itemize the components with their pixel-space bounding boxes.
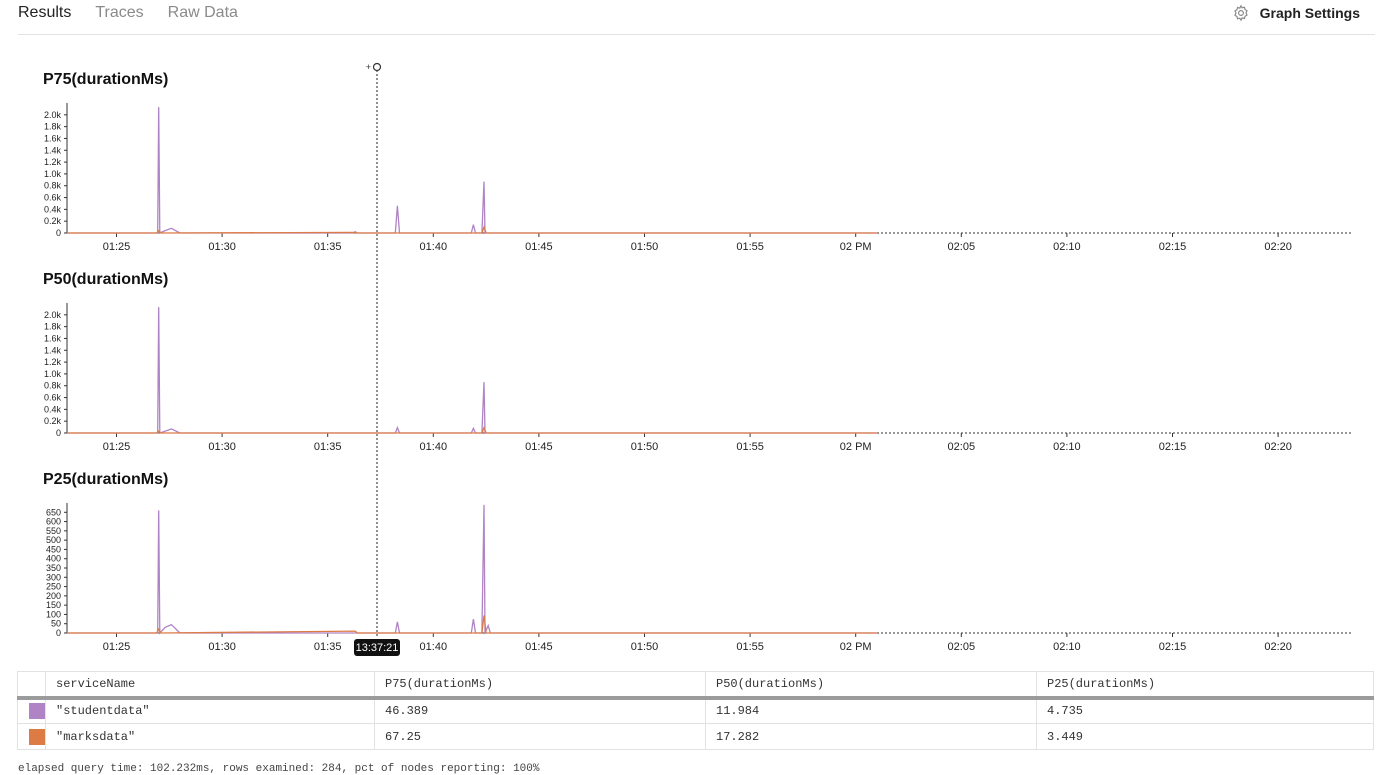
y-tick-label: 550 <box>46 526 61 536</box>
y-tick-label: 0.4k <box>44 404 62 414</box>
swatch-header <box>17 671 46 700</box>
y-tick-label: 150 <box>46 600 61 610</box>
x-tick-label: 02:10 <box>1053 441 1081 453</box>
y-tick-label: 250 <box>46 582 61 592</box>
cursor-time-label: 13:37:21 <box>356 642 399 654</box>
x-tick-label: 02 PM <box>840 441 872 453</box>
y-tick-label: 1.4k <box>44 145 62 155</box>
x-tick-label: 02:05 <box>948 241 976 253</box>
x-tick-label: 02:15 <box>1159 641 1187 653</box>
x-tick-label: 01:40 <box>420 241 448 253</box>
y-tick-label: 0 <box>56 428 61 438</box>
y-tick-label: 1.0k <box>44 369 62 379</box>
series-color-swatch[interactable] <box>29 728 45 745</box>
y-tick-label: 2.0k <box>44 110 62 120</box>
x-tick-label: 02:10 <box>1053 641 1081 653</box>
query-stats: elapsed query time: 102.232ms, rows exam… <box>18 763 540 775</box>
x-tick-label: 02:20 <box>1264 641 1292 653</box>
column-header[interactable]: serviceName <box>45 671 375 700</box>
y-tick-label: 1.6k <box>44 333 62 343</box>
x-tick-label: 01:50 <box>631 241 659 253</box>
y-tick-label: 200 <box>46 591 61 601</box>
y-tick-label: 1.2k <box>44 157 62 167</box>
series-color-swatch[interactable] <box>29 703 45 720</box>
x-tick-label: 01:45 <box>525 441 553 453</box>
x-tick-label: 01:25 <box>103 241 131 253</box>
y-tick-label: 0.6k <box>44 393 62 403</box>
y-tick-label: 0 <box>56 228 61 238</box>
y-tick-label: 350 <box>46 563 61 573</box>
x-tick-label: 02:05 <box>948 641 976 653</box>
series-line-studentdata <box>67 504 877 635</box>
x-tick-label: 01:25 <box>103 441 131 453</box>
table-cell: 4.735 <box>1036 697 1374 724</box>
y-tick-label: 0.2k <box>44 416 62 426</box>
results-table: serviceName P75(durationMs) P50(duration… <box>17 671 1374 750</box>
table-row[interactable]: "studentdata" 46.389 11.984 4.735 <box>17 697 1374 724</box>
table-cell: 67.25 <box>374 723 706 750</box>
y-tick-label: 0.4k <box>44 204 62 214</box>
y-tick-label: 0.8k <box>44 381 62 391</box>
table-cell: "studentdata" <box>45 697 375 724</box>
charts-area[interactable]: 00.2k0.4k0.6k0.8k1.0k1.2k1.4k1.6k1.8k2.0… <box>0 0 1387 665</box>
y-tick-label: 1.8k <box>44 122 62 132</box>
x-tick-label: 01:35 <box>314 441 342 453</box>
x-tick-label: 02:20 <box>1264 241 1292 253</box>
x-tick-label: 01:55 <box>736 641 764 653</box>
y-tick-label: 450 <box>46 544 61 554</box>
y-tick-label: 1.6k <box>44 133 62 143</box>
table-cell: 3.449 <box>1036 723 1374 750</box>
table-cell: 11.984 <box>705 697 1037 724</box>
y-tick-label: 1.8k <box>44 322 62 332</box>
cursor-handle-icon <box>372 62 382 72</box>
y-tick-label: 0.2k <box>44 216 62 226</box>
x-tick-label: 01:45 <box>525 241 553 253</box>
table-row[interactable]: "marksdata" 67.25 17.282 3.449 <box>17 723 1374 750</box>
table-cell: 46.389 <box>374 697 706 724</box>
y-tick-label: 50 <box>51 619 61 629</box>
y-tick-label: 0 <box>56 628 61 638</box>
x-tick-label: 02:05 <box>948 441 976 453</box>
x-tick-label: 01:30 <box>208 641 236 653</box>
y-tick-label: 1.2k <box>44 357 62 367</box>
x-tick-label: 01:35 <box>314 241 342 253</box>
x-tick-label: 01:55 <box>736 241 764 253</box>
table-cell: 17.282 <box>705 723 1037 750</box>
column-header[interactable]: P75(durationMs) <box>374 671 706 700</box>
y-tick-label: 300 <box>46 572 61 582</box>
y-tick-label: 1.0k <box>44 169 62 179</box>
x-tick-label: 01:50 <box>631 441 659 453</box>
series-line-studentdata <box>67 107 877 235</box>
y-tick-label: 650 <box>46 507 61 517</box>
x-tick-label: 01:40 <box>420 641 448 653</box>
y-tick-label: 600 <box>46 517 61 527</box>
y-tick-label: 100 <box>46 609 61 619</box>
y-tick-label: 400 <box>46 554 61 564</box>
y-tick-label: 500 <box>46 535 61 545</box>
cursor-plus-icon: + <box>366 62 371 72</box>
y-tick-label: 2.0k <box>44 310 62 320</box>
x-tick-label: 01:30 <box>208 441 236 453</box>
x-tick-label: 01:55 <box>736 441 764 453</box>
y-tick-label: 1.4k <box>44 345 62 355</box>
x-tick-label: 02:20 <box>1264 441 1292 453</box>
x-tick-label: 02 PM <box>840 641 872 653</box>
x-tick-label: 02:10 <box>1053 241 1081 253</box>
series-line-studentdata <box>67 307 877 434</box>
x-tick-label: 02 PM <box>840 241 872 253</box>
x-tick-label: 01:30 <box>208 241 236 253</box>
x-tick-label: 02:15 <box>1159 241 1187 253</box>
x-tick-label: 01:45 <box>525 641 553 653</box>
table-cell: "marksdata" <box>45 723 375 750</box>
x-tick-label: 01:35 <box>314 641 342 653</box>
x-tick-label: 01:25 <box>103 641 131 653</box>
y-tick-label: 0.6k <box>44 193 62 203</box>
column-header[interactable]: P50(durationMs) <box>705 671 1037 700</box>
x-tick-label: 02:15 <box>1159 441 1187 453</box>
column-header[interactable]: P25(durationMs) <box>1036 671 1374 700</box>
x-tick-label: 01:50 <box>631 641 659 653</box>
x-tick-label: 01:40 <box>420 441 448 453</box>
y-tick-label: 0.8k <box>44 181 62 191</box>
table-header-row: serviceName P75(durationMs) P50(duration… <box>17 671 1374 700</box>
